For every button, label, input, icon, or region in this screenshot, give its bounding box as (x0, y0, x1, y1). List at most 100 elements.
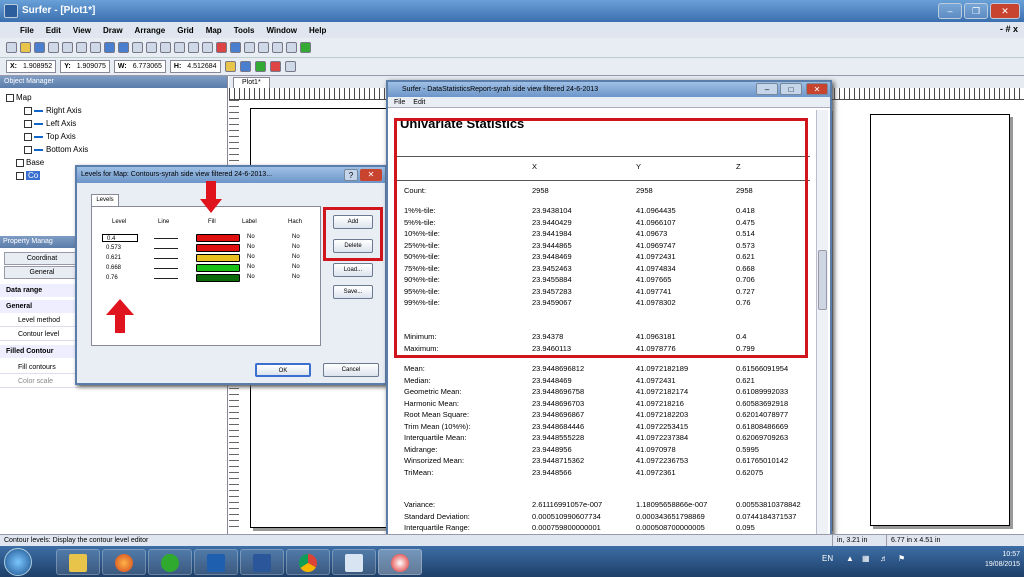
tree-item[interactable]: Map (6, 91, 221, 104)
header-label[interactable]: Label (242, 219, 257, 225)
tab-coordinates[interactable]: Coordinat (4, 252, 80, 265)
stats-minimize-button[interactable]: – (756, 83, 778, 95)
hach-value[interactable]: No (292, 234, 300, 240)
taskbar-paint[interactable] (332, 549, 376, 575)
start-button-icon[interactable] (4, 548, 32, 576)
tab-levels[interactable]: Levels (91, 194, 119, 206)
prop-level-method[interactable]: Level method (0, 314, 78, 327)
taskbar-explorer[interactable] (56, 549, 100, 575)
symbol-icon[interactable] (286, 42, 297, 53)
line-sample[interactable] (154, 248, 178, 249)
ellipse-icon[interactable] (272, 42, 283, 53)
level-value[interactable]: 0.4 (102, 234, 138, 242)
zoom-rect-icon[interactable] (174, 42, 185, 53)
level-value[interactable]: 0.573 (102, 244, 138, 252)
tab-general[interactable]: General (4, 266, 80, 279)
line-sample[interactable] (154, 278, 178, 279)
contour-icon[interactable] (254, 61, 266, 72)
tab-plot1[interactable]: Plot1* (233, 77, 270, 88)
scrollbar-thumb[interactable] (818, 250, 827, 310)
fill-swatch[interactable] (196, 244, 240, 252)
save-button[interactable]: Save... (333, 285, 373, 299)
network-icon[interactable]: ▦ (862, 554, 870, 563)
checkbox-icon[interactable] (24, 132, 32, 141)
tree-item[interactable]: Left Axis (6, 117, 221, 130)
pan-icon[interactable] (202, 42, 213, 53)
fill-swatch[interactable] (196, 264, 240, 272)
rectangle-icon[interactable] (258, 42, 269, 53)
redo-icon[interactable] (118, 42, 129, 53)
checkbox-icon[interactable] (24, 106, 32, 115)
x-field[interactable]: X: 1.908952 (6, 60, 57, 73)
prop-color-scale[interactable]: Color scale (0, 375, 78, 388)
stats-vertical-scrollbar[interactable] (816, 110, 828, 538)
taskbar-word[interactable] (240, 549, 284, 575)
taskbar-surfer[interactable] (378, 549, 422, 575)
dialog-close-button[interactable]: ✕ (360, 169, 382, 181)
checkbox-icon[interactable] (24, 145, 32, 154)
redraw-icon[interactable] (216, 42, 227, 53)
header-hach[interactable]: Hach (288, 219, 302, 225)
taskbar-firefox[interactable] (102, 549, 146, 575)
close-button[interactable]: ✕ (990, 3, 1020, 19)
clock[interactable]: 10:57 19/08/2015 (985, 550, 1020, 570)
fill-swatch[interactable] (196, 254, 240, 262)
line-sample[interactable] (154, 268, 178, 269)
language-indicator[interactable]: EN (822, 554, 833, 563)
line-sample[interactable] (154, 258, 178, 259)
tray-expand-icon[interactable]: ▲ (846, 554, 854, 563)
line-sample[interactable] (154, 238, 178, 239)
fill-swatch[interactable] (196, 234, 240, 242)
menu-help[interactable]: Help (309, 26, 326, 35)
select-icon[interactable] (132, 42, 143, 53)
taskbar-outlook[interactable] (194, 549, 238, 575)
zoom-out-icon[interactable] (160, 42, 171, 53)
prop-fill-contours[interactable]: Fill contours (0, 361, 78, 374)
tree-item[interactable]: Right Axis (6, 104, 221, 117)
cut-icon[interactable] (62, 42, 73, 53)
w-field[interactable]: W: 6.773065 (113, 60, 166, 73)
label-value[interactable]: No (247, 264, 255, 270)
menu-view[interactable]: View (73, 26, 91, 35)
undo-icon[interactable] (104, 42, 115, 53)
menu-grid[interactable]: Grid (177, 26, 193, 35)
grid-icon[interactable] (284, 61, 296, 72)
flag-icon[interactable]: ⚑ (898, 554, 905, 563)
section-data-range[interactable]: Data range (0, 284, 78, 297)
copy-icon[interactable] (76, 42, 87, 53)
h-field[interactable]: H: 4.512684 (169, 60, 221, 73)
menu-map[interactable]: Map (206, 26, 222, 35)
hach-value[interactable]: No (292, 244, 300, 250)
y-field[interactable]: Y: 1.909075 (60, 60, 110, 73)
stats-close-button[interactable]: ✕ (806, 83, 828, 95)
hach-value[interactable]: No (292, 264, 300, 270)
label-value[interactable]: No (247, 274, 255, 280)
stats-menu-file[interactable]: File (394, 97, 405, 107)
stats-maximize-button[interactable]: □ (780, 83, 802, 95)
label-value[interactable]: No (247, 234, 255, 240)
zoom-fit-icon[interactable] (188, 42, 199, 53)
print-icon[interactable] (48, 42, 59, 53)
fill-swatch[interactable] (196, 274, 240, 282)
header-level[interactable]: Level (112, 219, 126, 225)
section-filled-contours[interactable]: Filled Contour (0, 345, 78, 358)
cancel-button[interactable]: Cancel (323, 363, 379, 377)
taskbar-chrome[interactable] (286, 549, 330, 575)
menu-file[interactable]: File (20, 26, 34, 35)
new-icon[interactable] (6, 42, 17, 53)
tree-item[interactable]: Bottom Axis (6, 143, 221, 156)
menu-draw[interactable]: Draw (103, 26, 123, 35)
checkbox-icon[interactable] (16, 158, 24, 167)
minimize-button[interactable]: – (938, 3, 962, 19)
save-icon[interactable] (34, 42, 45, 53)
mdi-controls[interactable]: - # x (1000, 24, 1018, 34)
menu-edit[interactable]: Edit (46, 26, 61, 35)
map-icon[interactable] (239, 61, 251, 72)
level-value[interactable]: 0.621 (102, 254, 138, 262)
maximize-button[interactable]: ❐ (964, 3, 988, 19)
menu-arrange[interactable]: Arrange (135, 26, 166, 35)
zoom-in-icon[interactable] (146, 42, 157, 53)
section-general[interactable]: General (0, 300, 78, 313)
hach-value[interactable]: No (292, 254, 300, 260)
label-value[interactable]: No (247, 254, 255, 260)
